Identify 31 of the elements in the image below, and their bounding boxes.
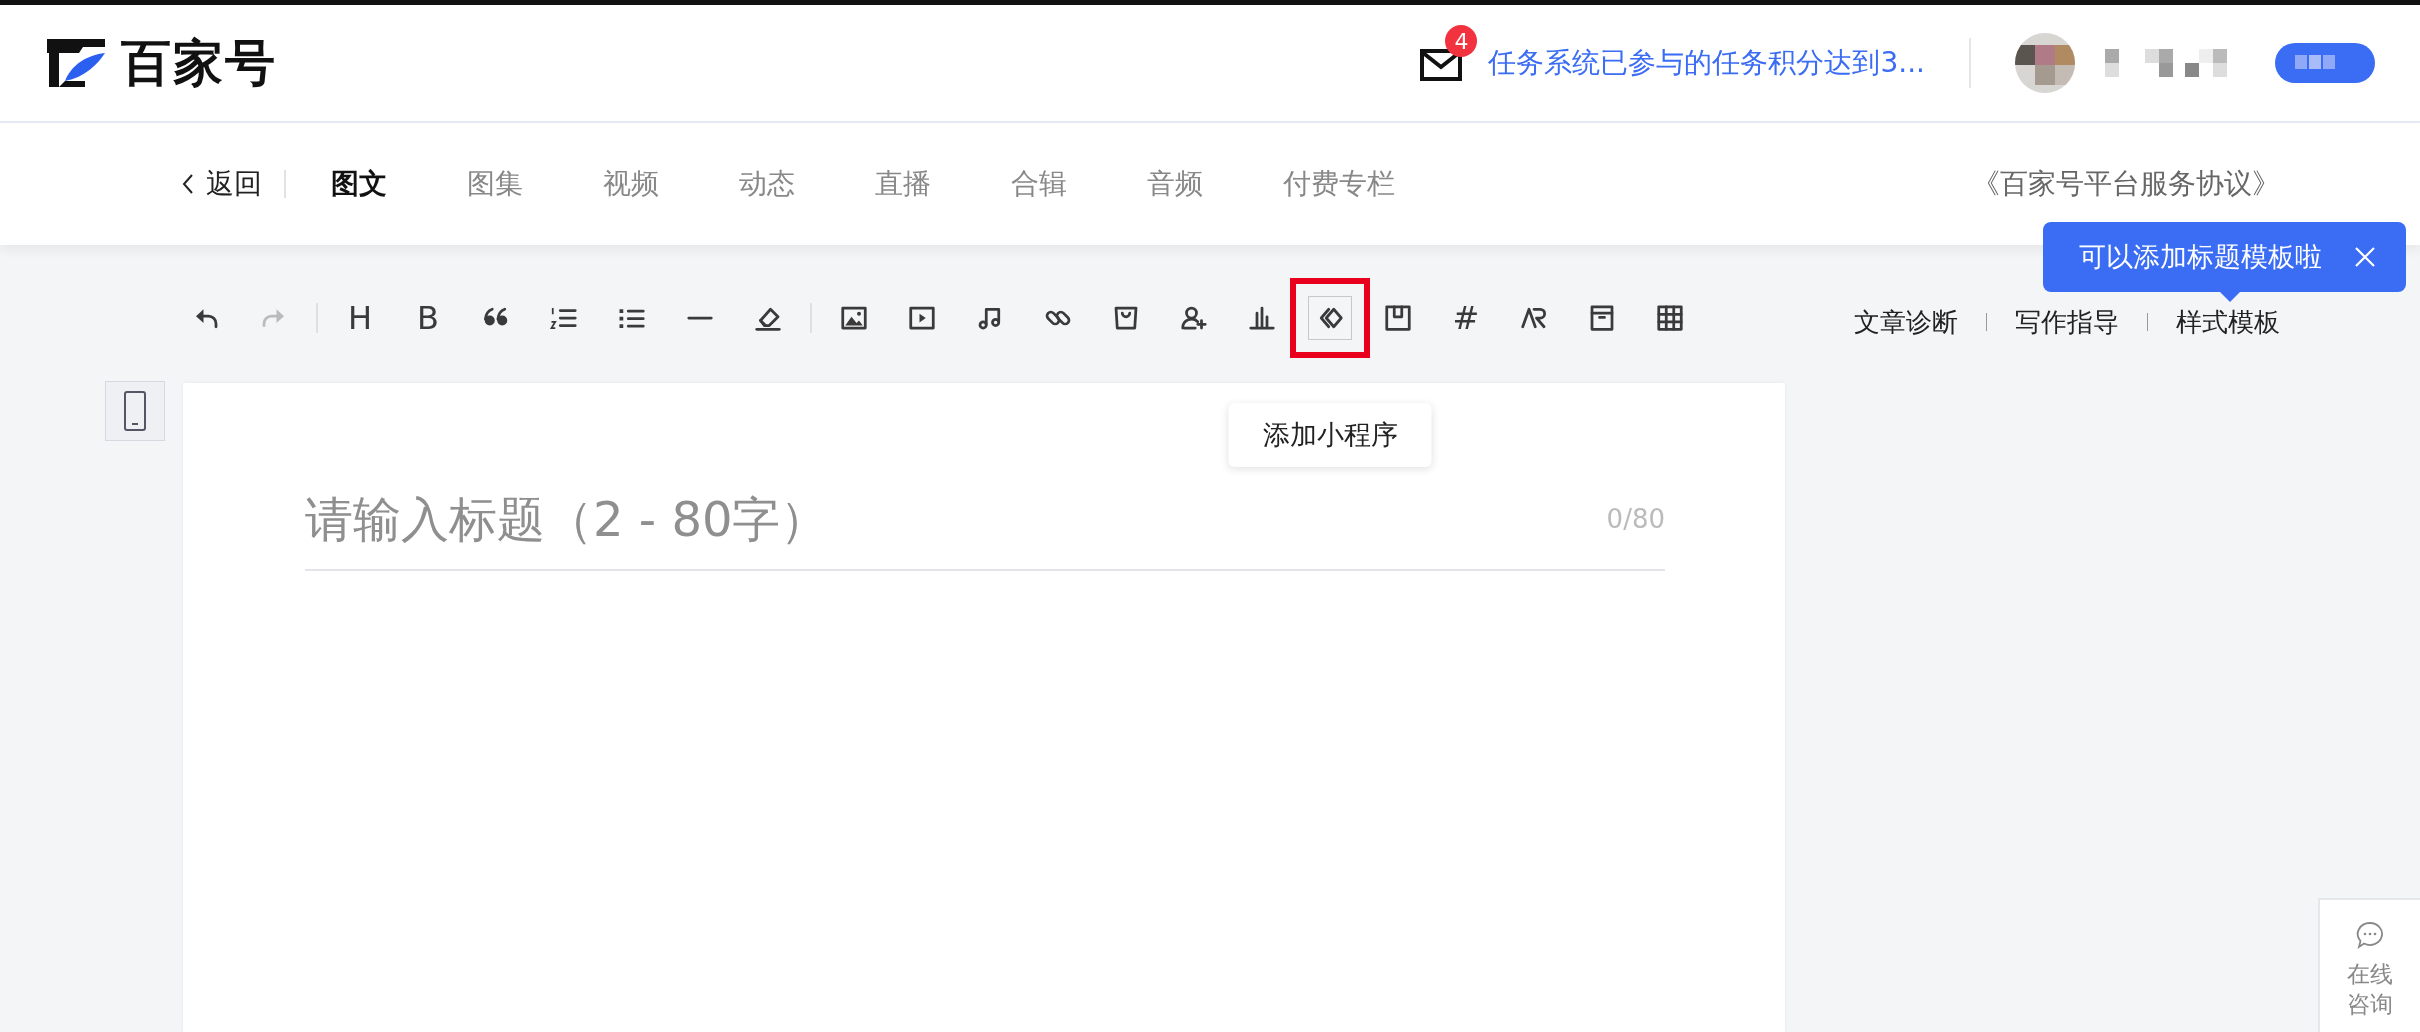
content-type-tab[interactable]: 合辑 [1011, 165, 1067, 203]
editor-link[interactable]: 样式模板 [2176, 304, 2280, 340]
chevron-left-icon [180, 172, 196, 196]
bookmark-icon [1383, 303, 1413, 333]
content-type-tab[interactable]: 直播 [875, 165, 931, 203]
content-type-tab[interactable]: 音频 [1147, 165, 1203, 203]
tool-tooltip: 添加小程序 [1228, 403, 1432, 467]
content-type-tab[interactable]: 图集 [467, 165, 523, 203]
table-icon [1655, 303, 1685, 333]
format-button[interactable]: # [1444, 296, 1488, 340]
phone-icon [123, 390, 147, 432]
format-button[interactable]: B [406, 296, 450, 340]
content-type-tab[interactable]: 动态 [739, 165, 795, 203]
title-field[interactable]: 请输入标题（2 - 80字） [305, 491, 1607, 547]
back-button[interactable]: 返回 [180, 165, 262, 203]
content-type-tab[interactable]: 付费专栏 [1283, 165, 1395, 203]
content-type-tab[interactable]: 视频 [603, 165, 659, 203]
logo-text: 百家号 [121, 32, 277, 94]
editor-link[interactable]: 文章诊断 [1854, 304, 1958, 340]
notification-link[interactable]: 任务系统已参与的任务积分达到3... [1488, 44, 1925, 82]
format-button[interactable]: H [338, 296, 382, 340]
content-type-tab[interactable]: 图文 [331, 165, 387, 203]
phone-preview-button[interactable] [105, 381, 165, 441]
hint-text: 可以添加标题模板啦 [2079, 240, 2322, 274]
chat-bubble-icon [2355, 920, 2385, 950]
character-counter: 0/80 [1606, 504, 1665, 534]
editor-link[interactable]: 写作指导 [2015, 304, 2119, 340]
close-icon[interactable] [2354, 246, 2376, 268]
agreement-link[interactable]: 《百家号平台服务协议》 [1972, 165, 2280, 203]
divider-line-icon [685, 315, 715, 321]
notification-badge: 4 [1445, 25, 1478, 57]
